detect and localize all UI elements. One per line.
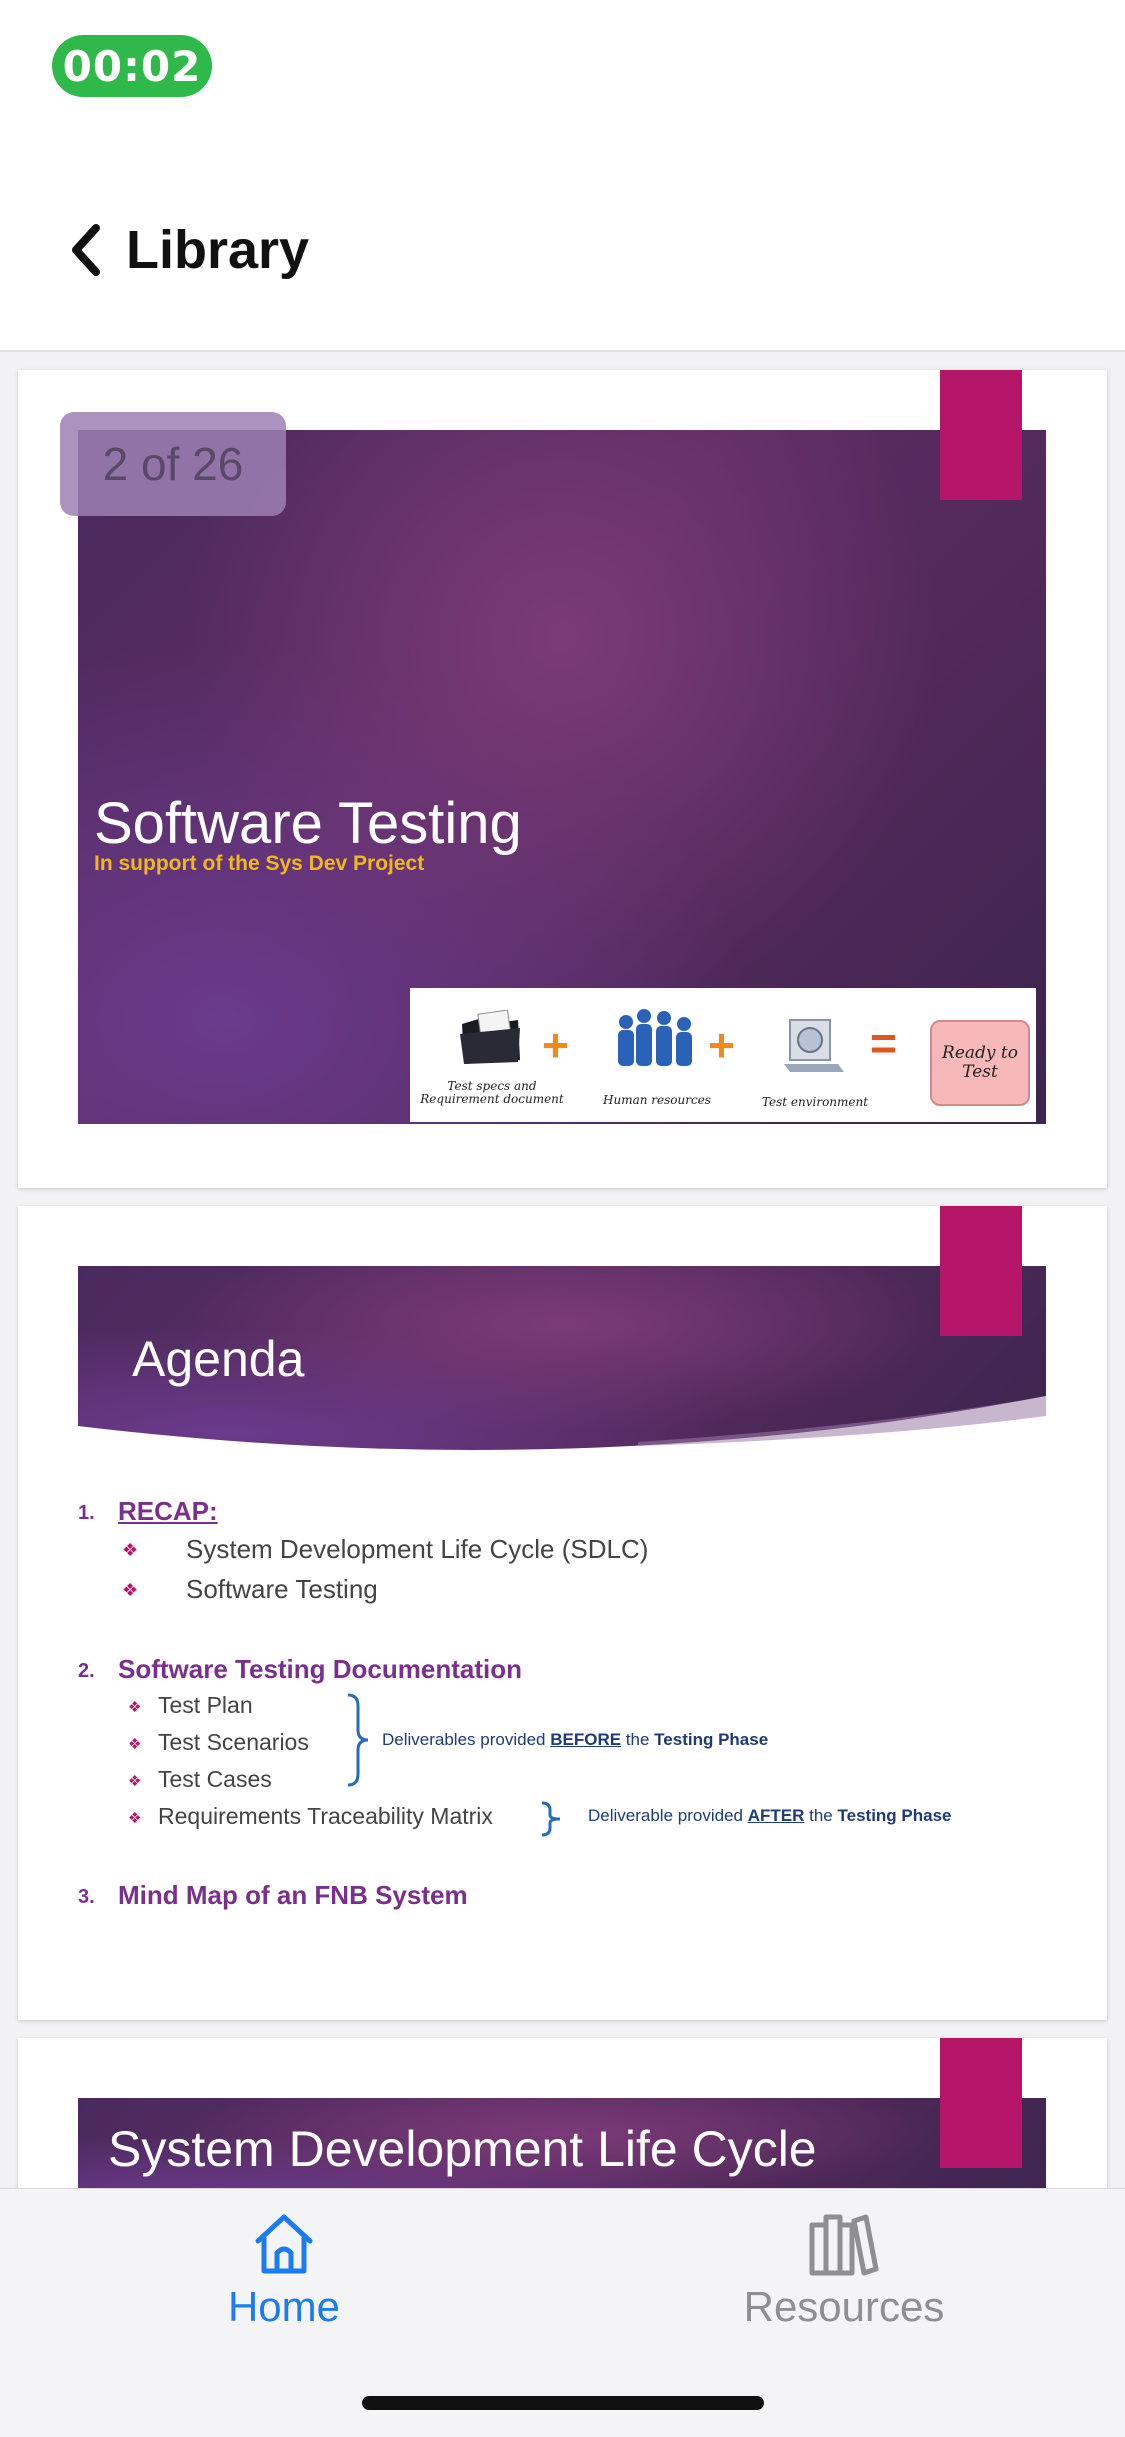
list-item: Software Testing (186, 1574, 378, 1604)
diamond-bullet-icon: ❖ (128, 1699, 142, 1716)
brace-icon (541, 1801, 561, 1837)
books-icon (809, 2214, 879, 2276)
slide-tab-marker (940, 370, 1022, 500)
section-number: 1. (78, 1502, 95, 1524)
section-number: 3. (78, 1886, 95, 1908)
slide-1-subtitle: In support of the Sys Dev Project (94, 852, 425, 875)
list-item: Test Scenarios (158, 1729, 309, 1755)
section-title: RECAP: (118, 1496, 218, 1526)
folder-icon (460, 1010, 520, 1064)
equation-item-3: Test environment (761, 1095, 869, 1109)
tab-resources-label: Resources (743, 2283, 945, 2330)
tab-home-label: Home (227, 2283, 341, 2330)
status-bar: 00:02 (0, 0, 1125, 130)
equation-item-1: Test specs and Requirement document (420, 1079, 564, 1106)
slide-card-1[interactable]: Software Testing In support of the Sys D… (18, 370, 1107, 1188)
tab-resources[interactable]: Resources (694, 2211, 994, 2351)
equals-sign: = (870, 1017, 897, 1069)
slide-3-title: System Development Life Cycle (108, 2121, 817, 2177)
slide-card-2[interactable]: Agenda 1. RECAP: ❖ System Development Li… (18, 1206, 1107, 2020)
deliverables-before-note: Deliverables provided BEFORE the Testing… (382, 1730, 769, 1749)
nav-header: Library (0, 130, 1125, 352)
diamond-bullet-icon: ❖ (128, 1773, 142, 1790)
slide-3-banner: System Development Life Cycle (78, 2098, 1046, 2188)
people-icon (618, 1009, 692, 1066)
slide-1-background: Software Testing In support of the Sys D… (78, 430, 1046, 1124)
page-indicator: 2 of 26 (60, 412, 286, 516)
list-item: Test Cases (158, 1766, 272, 1792)
slide-tab-marker (940, 2038, 1022, 2168)
home-icon (255, 2214, 313, 2274)
deliverable-after-note: Deliverable provided AFTER the Testing P… (588, 1806, 952, 1825)
computer-icon (784, 1019, 844, 1072)
home-indicator (362, 2396, 764, 2410)
section-number: 2. (78, 1660, 95, 1682)
back-button[interactable]: Library (70, 210, 309, 290)
diamond-bullet-icon: ❖ (122, 1540, 139, 1560)
slide-1-title: Software Testing (94, 791, 522, 856)
list-item: Test Plan (158, 1692, 253, 1718)
section-title: Mind Map of an FNB System (118, 1880, 468, 1910)
ready-to-test-box: Ready to Test (930, 1020, 1030, 1106)
list-item: Requirements Traceability Matrix (158, 1803, 493, 1829)
banner-curve (78, 1396, 1046, 1462)
list-item: System Development Life Cycle (SDLC) (186, 1534, 649, 1564)
chevron-left-icon (70, 224, 102, 276)
diamond-bullet-icon: ❖ (128, 1810, 142, 1827)
equation-graphic: Test specs and Requirement document + Hu… (410, 988, 1036, 1122)
back-label: Library (126, 220, 310, 280)
equation-item-2: Human resources (603, 1093, 711, 1107)
brace-icon (347, 1693, 369, 1787)
slide-card-3[interactable]: System Development Life Cycle (18, 2038, 1107, 2188)
section-title: Software Testing Documentation (118, 1654, 522, 1684)
slide-reader[interactable]: Software Testing In support of the Sys D… (0, 352, 1125, 2188)
diamond-bullet-icon: ❖ (122, 1580, 139, 1600)
plus-sign: + (542, 1019, 569, 1071)
recording-timer[interactable]: 00:02 (52, 35, 212, 97)
slide-tab-marker (940, 1206, 1022, 1336)
plus-sign: + (708, 1019, 735, 1071)
diamond-bullet-icon: ❖ (128, 1736, 142, 1753)
tab-home[interactable]: Home (134, 2211, 434, 2351)
agenda-banner: Agenda (78, 1266, 1046, 1462)
